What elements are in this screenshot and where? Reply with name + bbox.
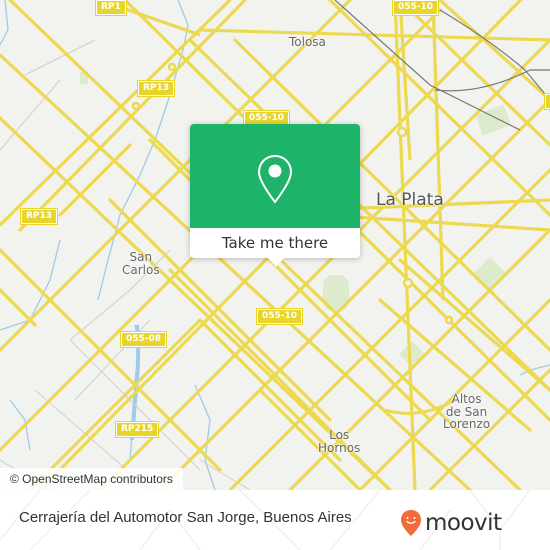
moovit-smiley-pin-icon bbox=[401, 510, 421, 536]
road-shield-055-10: 055-10 bbox=[255, 308, 304, 325]
place-label-la-plata: La Plata bbox=[376, 190, 444, 210]
location-title: Cerrajería del Automotor San Jorge, Buen… bbox=[19, 509, 352, 526]
road-shield-partial bbox=[543, 93, 550, 110]
road-shield-rp215: RP215 bbox=[114, 421, 160, 438]
map-view[interactable]: Tolosa La Plata San Carlos Los Hornos Al… bbox=[0, 0, 550, 490]
road-shield-rp1: RP1 bbox=[95, 0, 127, 16]
map-attribution[interactable]: © OpenStreetMap contributors bbox=[0, 468, 183, 490]
place-label-tolosa: Tolosa bbox=[289, 35, 326, 49]
road-shield-055-10: 055-10 bbox=[391, 0, 440, 16]
map-pin-icon bbox=[257, 154, 293, 204]
place-label-los-hornos: Los Hornos bbox=[318, 428, 361, 455]
popup-header bbox=[190, 124, 360, 228]
moovit-wordmark: moovit bbox=[425, 509, 502, 536]
road-shield-rp13: RP13 bbox=[19, 208, 59, 225]
place-label-san-carlos: San Carlos bbox=[122, 250, 160, 277]
moovit-logo[interactable]: moovit bbox=[400, 508, 502, 538]
road-shield-055-08: 055-08 bbox=[119, 331, 168, 348]
place-label-altos-de-san-lorenzo: Altos de San Lorenzo bbox=[443, 392, 491, 432]
take-me-there-button[interactable]: Take me there bbox=[190, 228, 360, 258]
road-shield-rp13: RP13 bbox=[136, 80, 176, 97]
location-popup: Take me there bbox=[190, 124, 360, 267]
footer-bar: Cerrajería del Automotor San Jorge, Buen… bbox=[0, 490, 550, 550]
popup-pointer bbox=[267, 257, 285, 267]
